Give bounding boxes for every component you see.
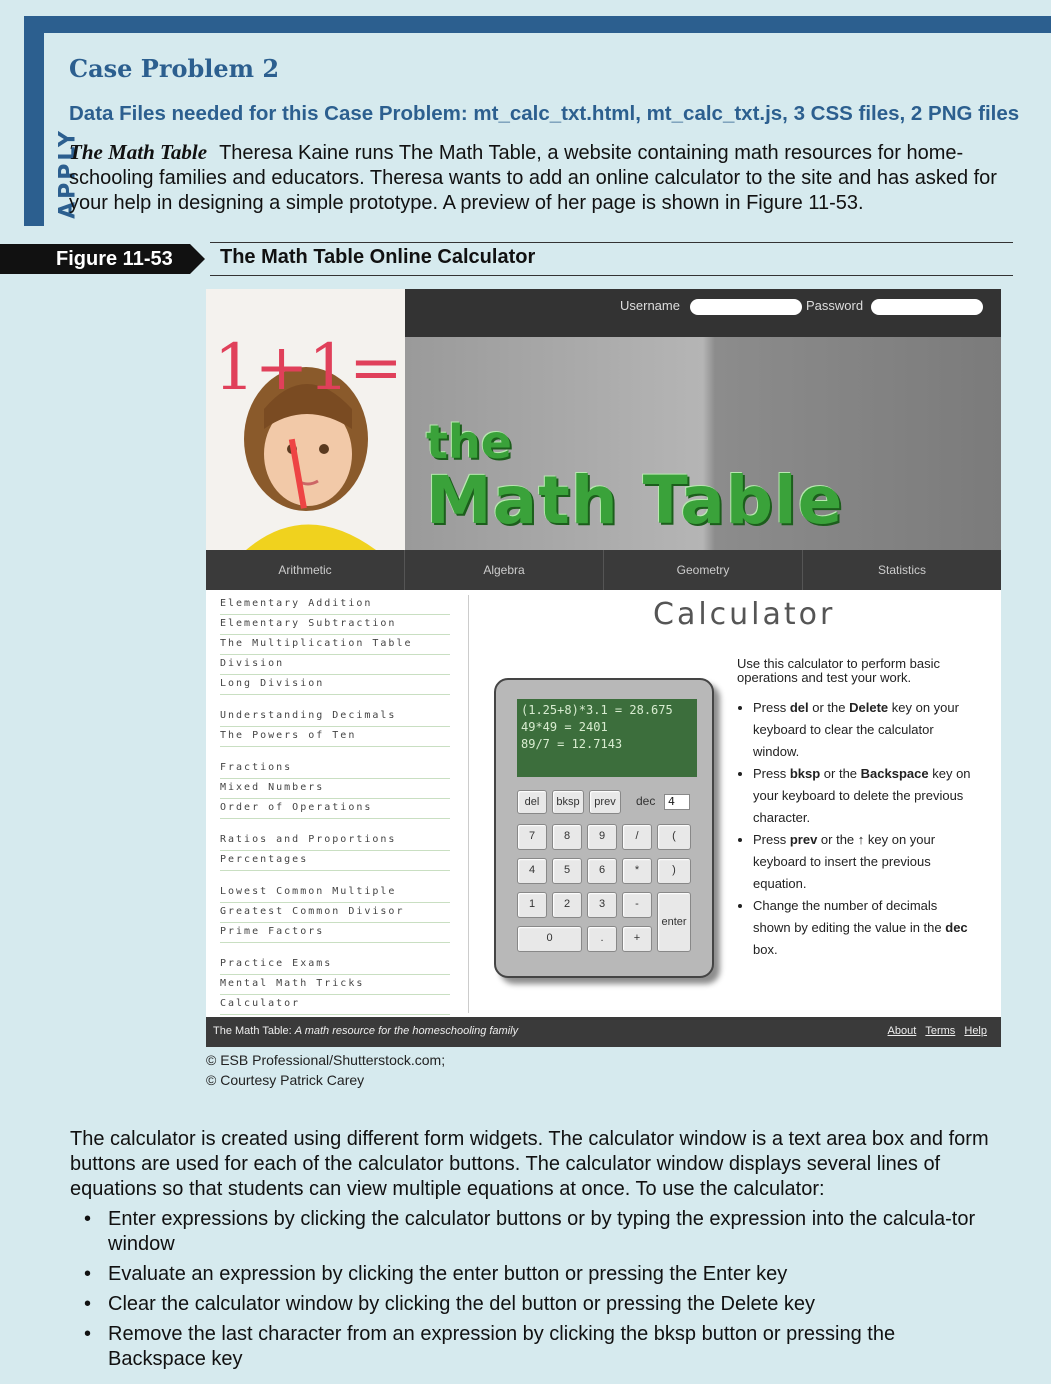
instruction-item: Press bksp or the Backspace key on your … xyxy=(753,763,977,829)
figure-label: Figure 11-53 xyxy=(0,244,205,274)
topic-link[interactable]: Fractions xyxy=(220,759,450,779)
key-7[interactable]: 7 xyxy=(517,824,547,850)
key-4[interactable]: 4 xyxy=(517,858,547,884)
topic-link[interactable]: Understanding Decimals xyxy=(220,707,450,727)
screen-line: 49*49 = 2401 xyxy=(521,720,608,734)
prev-button[interactable]: prev xyxy=(589,790,621,814)
logo-math-table: Math Table xyxy=(426,462,844,539)
nav-statistics[interactable]: Statistics xyxy=(803,550,1001,590)
footer-link-about[interactable]: About xyxy=(888,1025,917,1037)
key-2[interactable]: 2 xyxy=(552,892,582,918)
key-0[interactable]: 0 xyxy=(517,926,582,952)
topic-link[interactable]: Elementary Subtraction xyxy=(220,615,450,635)
key-divide[interactable]: / xyxy=(622,824,652,850)
figure-title: The Math Table Online Calculator xyxy=(220,246,536,268)
topic-link[interactable]: Long Division xyxy=(220,675,450,695)
child-photo-image: 1+1=2 xyxy=(206,289,405,550)
del-button[interactable]: del xyxy=(517,790,547,814)
topic-list: Elementary Addition Elementary Subtracti… xyxy=(220,595,450,1015)
key-enter[interactable]: enter xyxy=(657,892,691,952)
figure-rule-top xyxy=(210,242,1013,243)
topic-link[interactable]: Mental Math Tricks xyxy=(220,975,450,995)
topic-link[interactable]: Lowest Common Multiple xyxy=(220,883,450,903)
password-input[interactable] xyxy=(871,299,983,315)
intro-paragraph: The Math Table Theresa Kaine runs The Mat… xyxy=(69,140,999,216)
logo-the: the xyxy=(426,415,512,469)
usage-item: Enter expressions by clicking the calcul… xyxy=(70,1207,990,1257)
case-title: Case Problem 2 xyxy=(69,54,280,83)
intro-text: Theresa Kaine runs The Math Table, a web… xyxy=(69,142,997,214)
footer-link-terms[interactable]: Terms xyxy=(925,1025,955,1037)
instruction-item: Change the number of decimals shown by e… xyxy=(753,895,977,961)
calculator-window[interactable]: (1.25+8)*3.1 = 28.675 49*49 = 2401 89/7 = … xyxy=(517,699,697,777)
screen-line: 89/7 = 12.7143 xyxy=(521,737,623,751)
username-label: Username xyxy=(620,298,680,313)
intro-lead: The Math Table xyxy=(69,140,208,164)
footer-text: The Math Table: A math resource for the … xyxy=(213,1025,519,1037)
child-photo: 1+1=2 xyxy=(206,289,405,550)
content-divider xyxy=(468,595,469,1013)
topic-link[interactable]: Mixed Numbers xyxy=(220,779,450,799)
nav-geometry[interactable]: Geometry xyxy=(604,550,803,590)
left-accent-bar xyxy=(24,16,44,226)
site-header-bar: Username Password xyxy=(405,289,1001,337)
nav-arithmetic[interactable]: Arithmetic xyxy=(206,550,405,590)
instruction-item: Press del or the Delete key on your keyb… xyxy=(753,697,977,763)
key-8[interactable]: 8 xyxy=(552,824,582,850)
username-input[interactable] xyxy=(690,299,802,315)
bksp-button[interactable]: bksp xyxy=(552,790,584,814)
author-credit: © Courtesy Patrick Carey xyxy=(206,1072,365,1088)
topic-link[interactable]: The Powers of Ten xyxy=(220,727,450,747)
topic-link[interactable]: Prime Factors xyxy=(220,923,450,943)
data-files-line: Data Files needed for this Case Problem:… xyxy=(69,102,1020,125)
key-1[interactable]: 1 xyxy=(517,892,547,918)
topic-link[interactable]: The Multiplication Table xyxy=(220,635,450,655)
body-paragraph: The calculator is created using differen… xyxy=(70,1128,989,1200)
site-footer: The Math Table: A math resource for the … xyxy=(206,1017,1001,1047)
key-multiply[interactable]: * xyxy=(622,858,652,884)
key-plus[interactable]: + xyxy=(622,926,652,952)
photo-credit: © ESB Professional/Shutterstock.com; xyxy=(206,1052,446,1068)
nav-algebra[interactable]: Algebra xyxy=(405,550,604,590)
topic-link[interactable]: Order of Operations xyxy=(220,799,450,819)
site-logo: the Math Table xyxy=(426,419,843,537)
svg-text:1+1=2: 1+1=2 xyxy=(214,331,405,405)
topic-link[interactable]: Elementary Addition xyxy=(220,595,450,615)
key-open-paren[interactable]: ( xyxy=(657,824,691,850)
usage-list: Enter expressions by clicking the calcul… xyxy=(70,1207,990,1377)
topic-link[interactable]: Practice Exams xyxy=(220,955,450,975)
key-3[interactable]: 3 xyxy=(587,892,617,918)
dec-input[interactable]: 4 xyxy=(664,794,690,810)
topic-link[interactable]: Percentages xyxy=(220,851,450,871)
topic-link[interactable]: Ratios and Proportions xyxy=(220,831,450,851)
footer-link-help[interactable]: Help xyxy=(964,1025,987,1037)
instruction-item: Press prev or the ↑ key on your keyboard… xyxy=(753,829,977,895)
figure-rule-bottom xyxy=(210,275,1013,276)
key-6[interactable]: 6 xyxy=(587,858,617,884)
calculator: (1.25+8)*3.1 = 28.675 49*49 = 2401 89/7 = … xyxy=(494,678,714,978)
footer-links: About Terms Help xyxy=(882,1025,987,1037)
topic-link[interactable]: Greatest Common Divisor xyxy=(220,903,450,923)
key-decimal-point[interactable]: . xyxy=(587,926,617,952)
site-nav: Arithmetic Algebra Geometry Statistics xyxy=(206,550,1001,590)
key-9[interactable]: 9 xyxy=(587,824,617,850)
key-minus[interactable]: - xyxy=(622,892,652,918)
key-5[interactable]: 5 xyxy=(552,858,582,884)
instructions-intro: Use this calculator to perform basic ope… xyxy=(737,656,941,685)
usage-item: Clear the calculator window by clicking … xyxy=(70,1292,990,1317)
calculator-heading: Calculator xyxy=(653,597,836,632)
topic-link[interactable]: Division xyxy=(220,655,450,675)
password-label: Password xyxy=(806,298,864,313)
website-screenshot: 1+1=2 Username Password the Math Table A… xyxy=(206,289,1001,1047)
dec-label: dec xyxy=(636,794,656,808)
calculator-instructions: Use this calculator to perform basic ope… xyxy=(737,657,977,961)
screen-line: (1.25+8)*3.1 = 28.675 xyxy=(521,703,673,717)
key-close-paren[interactable]: ) xyxy=(657,858,691,884)
topic-link[interactable]: Calculator xyxy=(220,995,450,1015)
top-accent-bar xyxy=(24,16,1051,33)
usage-item: Evaluate an expression by clicking the e… xyxy=(70,1262,990,1287)
usage-item: Remove the last character from an expres… xyxy=(70,1322,990,1372)
